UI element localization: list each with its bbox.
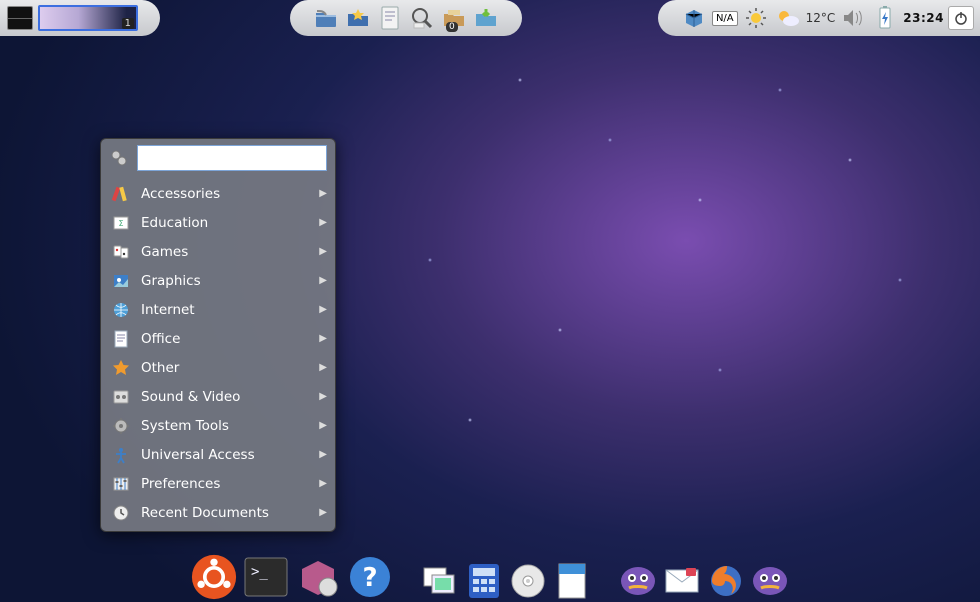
menu-item-label: Recent Documents — [141, 505, 309, 521]
menu-item-system-tools[interactable]: System Tools ▶ — [101, 411, 335, 440]
submenu-arrow-icon: ▶ — [319, 420, 327, 431]
shutdown-button[interactable] — [948, 6, 974, 30]
menu-item-label: Universal Access — [141, 447, 309, 463]
submenu-arrow-icon: ▶ — [319, 507, 327, 518]
menu-item-accessories[interactable]: Accessories ▶ — [101, 179, 335, 208]
dock-document[interactable] — [553, 562, 591, 600]
menu-search-input[interactable] — [137, 145, 327, 171]
dock-help[interactable]: ? — [347, 554, 393, 600]
panel-right-group: N/A 12°C 23:24 — [658, 0, 980, 36]
submenu-arrow-icon: ▶ — [319, 217, 327, 228]
workspace-number: 1 — [122, 18, 134, 29]
menu-item-label: Games — [141, 244, 309, 260]
battery-charging-icon[interactable] — [871, 4, 899, 32]
submenu-arrow-icon: ▶ — [319, 391, 327, 402]
menu-item-games[interactable]: Games ▶ — [101, 237, 335, 266]
menu-item-internet[interactable]: Internet ▶ — [101, 295, 335, 324]
other-icon — [111, 358, 131, 378]
submenu-arrow-icon: ▶ — [319, 449, 327, 460]
updates-count: 0 — [446, 22, 458, 32]
application-menu: Accessories▶ΣEducation▶Games▶Graphics▶In… — [100, 138, 336, 532]
menu-item-label: Education — [141, 215, 309, 231]
text-editor-icon[interactable] — [376, 4, 404, 32]
menu-item-office[interactable]: Office ▶ — [101, 324, 335, 353]
dock-disc[interactable] — [509, 562, 547, 600]
menu-item-other[interactable]: Other ▶ — [101, 353, 335, 382]
panel-mid-group: 0 — [290, 0, 522, 36]
menu-item-label: Internet — [141, 302, 309, 318]
panel-left-group: 1 — [0, 0, 160, 36]
na-indicator[interactable]: N/A — [712, 11, 738, 26]
weather-partly-icon[interactable] — [774, 4, 802, 32]
recent-documents-icon — [111, 503, 131, 523]
file-manager-icon[interactable] — [312, 4, 340, 32]
submenu-arrow-icon: ▶ — [319, 188, 327, 199]
graphics-icon — [111, 271, 131, 291]
preferences-icon — [111, 474, 131, 494]
dock-ubuntu-logo[interactable] — [191, 554, 237, 600]
menu-item-graphics[interactable]: Graphics ▶ — [101, 266, 335, 295]
volume-icon[interactable] — [839, 4, 867, 32]
top-panel: 1 0 N/A 12°C — [0, 0, 980, 36]
menu-item-label: Other — [141, 360, 309, 376]
menu-item-label: Accessories — [141, 186, 309, 202]
submenu-arrow-icon: ▶ — [319, 362, 327, 373]
menu-item-education[interactable]: Σ Education ▶ — [101, 208, 335, 237]
menu-settings-icon[interactable] — [109, 148, 129, 168]
packages-icon[interactable] — [680, 4, 708, 32]
submenu-arrow-icon: ▶ — [319, 246, 327, 257]
downloads-icon[interactable] — [472, 4, 500, 32]
submenu-arrow-icon: ▶ — [319, 333, 327, 344]
menu-item-preferences[interactable]: Preferences ▶ — [101, 469, 335, 498]
menu-item-label: System Tools — [141, 418, 309, 434]
dock-mail[interactable] — [663, 562, 701, 600]
internet-icon — [111, 300, 131, 320]
clock-text: 23:24 — [903, 11, 944, 25]
search-icon[interactable] — [408, 4, 436, 32]
sound-video-icon — [111, 387, 131, 407]
weather-sunny-icon[interactable] — [742, 4, 770, 32]
dock-messenger[interactable] — [619, 562, 657, 600]
dock-image-viewer[interactable] — [421, 562, 459, 600]
universal-access-icon — [111, 445, 131, 465]
menu-item-label: Office — [141, 331, 309, 347]
accessories-icon — [111, 184, 131, 204]
software-updates-icon[interactable]: 0 — [440, 4, 468, 32]
menu-item-label: Sound & Video — [141, 389, 309, 405]
menu-item-label: Preferences — [141, 476, 309, 492]
menu-item-sound-video[interactable]: Sound & Video ▶ — [101, 382, 335, 411]
workspace-switcher-icon[interactable] — [6, 4, 34, 32]
dock-terminal[interactable]: >_ — [243, 554, 289, 600]
dock-firefox[interactable] — [707, 562, 745, 600]
dock-calculator[interactable] — [465, 562, 503, 600]
menu-item-label: Graphics — [141, 273, 309, 289]
dock-software-center[interactable] — [295, 554, 341, 600]
education-icon: Σ — [111, 213, 131, 233]
submenu-arrow-icon: ▶ — [319, 275, 327, 286]
workspace-thumbnail[interactable]: 1 — [38, 5, 138, 31]
bookmarks-icon[interactable] — [344, 4, 372, 32]
svg-text:Σ: Σ — [118, 219, 123, 228]
games-icon — [111, 242, 131, 262]
system-tools-icon — [111, 416, 131, 436]
dock-messenger-2[interactable] — [751, 562, 789, 600]
office-icon — [111, 329, 131, 349]
submenu-arrow-icon: ▶ — [319, 304, 327, 315]
menu-item-recent-documents[interactable]: Recent Documents ▶ — [101, 498, 335, 527]
svg-text:>_: >_ — [251, 564, 268, 580]
menu-item-universal-access[interactable]: Universal Access ▶ — [101, 440, 335, 469]
temperature-text: 12°C — [806, 11, 836, 25]
dock: >_ ? — [191, 554, 789, 600]
submenu-arrow-icon: ▶ — [319, 478, 327, 489]
svg-text:?: ? — [362, 563, 377, 593]
